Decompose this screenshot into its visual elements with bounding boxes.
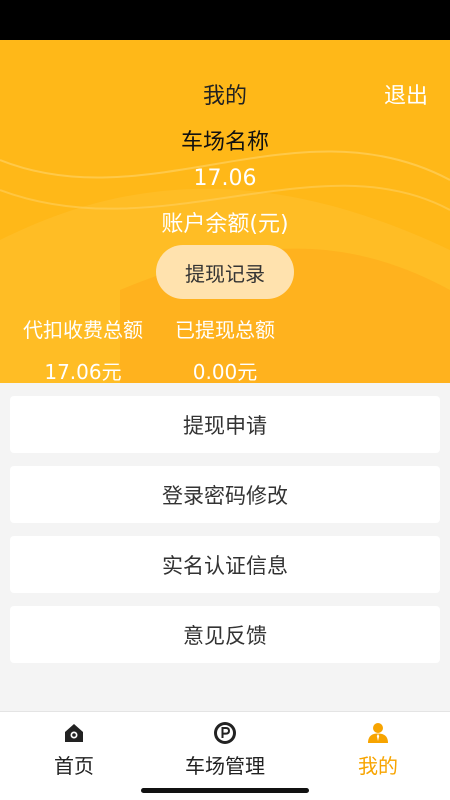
page-title: 我的 — [202, 84, 247, 109]
home-icon — [61, 720, 87, 746]
tab-mine-label: 我的 — [358, 754, 398, 778]
bottom-tab-bar: 首页 车场管理 我的 — [0, 711, 450, 800]
parking-icon — [212, 720, 238, 746]
menu-item-verification-info[interactable]: 实名认证信息 — [10, 536, 440, 593]
profile-header: 我的 退出 车场名称 17.06 账户余额(元) 提现记录 代扣收费总额 已提现… — [0, 40, 450, 383]
tab-parking-management[interactable]: 车场管理 — [170, 712, 280, 784]
tab-home-label: 首页 — [54, 754, 94, 778]
tab-home[interactable]: 首页 — [36, 712, 112, 784]
tab-mine[interactable]: 我的 — [340, 712, 416, 784]
parking-lot-name: 车场名称 — [180, 130, 269, 155]
deduction-total-label: 代扣收费总额 — [23, 318, 143, 342]
menu-item-feedback[interactable]: 意见反馈 — [10, 606, 440, 663]
menu-item-withdraw-apply[interactable]: 提现申请 — [10, 396, 440, 453]
withdrawn-total-value: 0.00元 — [192, 360, 258, 383]
account-balance-label: 账户余额(元) — [161, 212, 289, 237]
deduction-total-value: 17.06元 — [44, 360, 122, 383]
status-bar — [0, 0, 450, 40]
home-indicator — [141, 788, 309, 793]
tab-parking-management-label: 车场管理 — [185, 754, 265, 778]
withdrawn-total-label: 已提现总额 — [175, 318, 275, 342]
menu-item-change-password[interactable]: 登录密码修改 — [10, 466, 440, 523]
logout-button[interactable]: 退出 — [384, 78, 428, 110]
account-balance: 17.06 — [193, 166, 257, 191]
user-icon — [365, 720, 391, 746]
withdraw-records-button[interactable]: 提现记录 — [156, 245, 294, 299]
